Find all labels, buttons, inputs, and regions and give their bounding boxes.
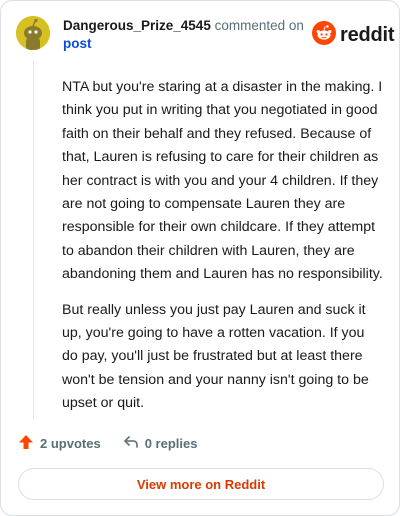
view-more-button[interactable]: View more on Reddit <box>18 468 384 500</box>
post-link[interactable]: post <box>63 35 304 53</box>
reply-arrow-icon <box>123 434 139 453</box>
comment-paragraph: NTA but you're staring at a disaster in … <box>62 79 383 283</box>
reddit-brand[interactable]: reddit <box>312 21 395 50</box>
comment-body: NTA but you're staring at a disaster in … <box>62 76 384 428</box>
comment-paragraph: But really unless you just pay Lauren an… <box>62 301 369 412</box>
upvote-button[interactable]: 2 upvotes <box>18 434 101 453</box>
reddit-wordmark: reddit <box>340 24 395 46</box>
reddit-logo-icon <box>312 21 336 50</box>
thread-line <box>33 61 34 419</box>
upvote-arrow-icon <box>18 434 34 453</box>
comment-footer: 2 upvotes 0 replies <box>18 434 197 453</box>
user-avatar-icon[interactable] <box>16 16 50 50</box>
comment-header: Dangerous_Prize_4545 commented on post <box>63 17 304 53</box>
reply-button[interactable]: 0 replies <box>123 434 198 453</box>
embedded-comment-card: Dangerous_Prize_4545 commented on post r… <box>0 0 400 516</box>
reply-count: 0 replies <box>144 436 198 451</box>
username[interactable]: Dangerous_Prize_4545 <box>63 18 211 33</box>
upvote-count: 2 upvotes <box>40 436 101 451</box>
commented-on-text: commented on <box>214 18 304 33</box>
